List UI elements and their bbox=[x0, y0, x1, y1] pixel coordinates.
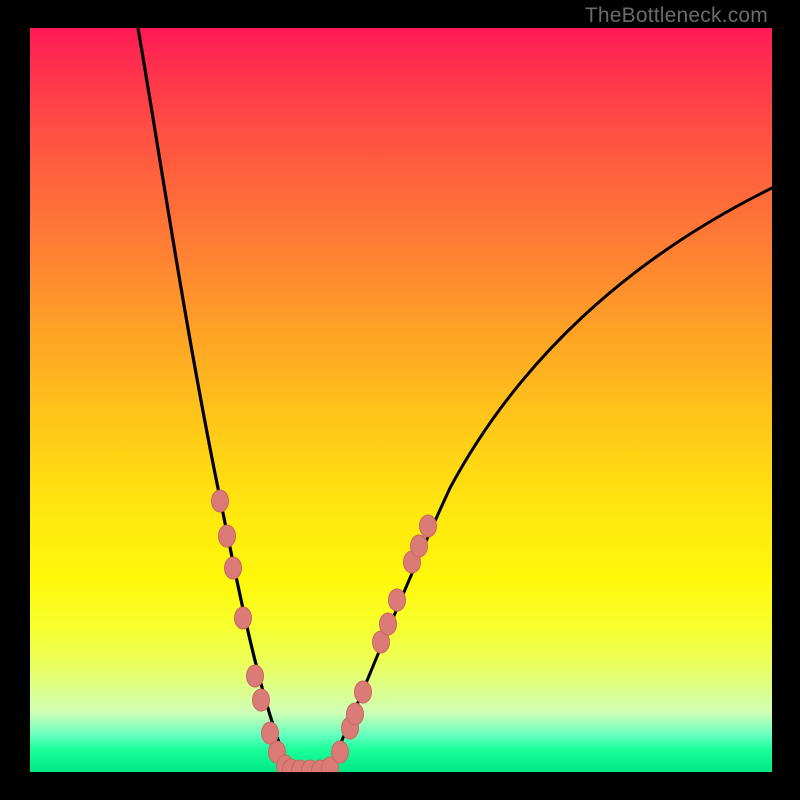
curve-marker bbox=[355, 681, 372, 703]
curve-marker bbox=[389, 589, 406, 611]
right-curve bbox=[328, 188, 772, 770]
left-curve bbox=[138, 28, 328, 770]
curve-marker bbox=[219, 525, 236, 547]
curve-marker bbox=[212, 490, 229, 512]
curve-marker bbox=[380, 613, 397, 635]
curve-marker bbox=[347, 703, 364, 725]
plot-area bbox=[30, 28, 772, 772]
curve-marker bbox=[247, 665, 264, 687]
curve-marker bbox=[332, 741, 349, 763]
curve-marker bbox=[411, 535, 428, 557]
watermark-label: TheBottleneck.com bbox=[585, 4, 768, 28]
curves-svg bbox=[30, 28, 772, 772]
curve-marker bbox=[420, 515, 437, 537]
marker-group bbox=[212, 490, 437, 772]
chart-frame: TheBottleneck.com bbox=[0, 0, 800, 800]
curve-marker bbox=[253, 689, 270, 711]
curve-marker bbox=[235, 607, 252, 629]
curve-marker bbox=[225, 557, 242, 579]
